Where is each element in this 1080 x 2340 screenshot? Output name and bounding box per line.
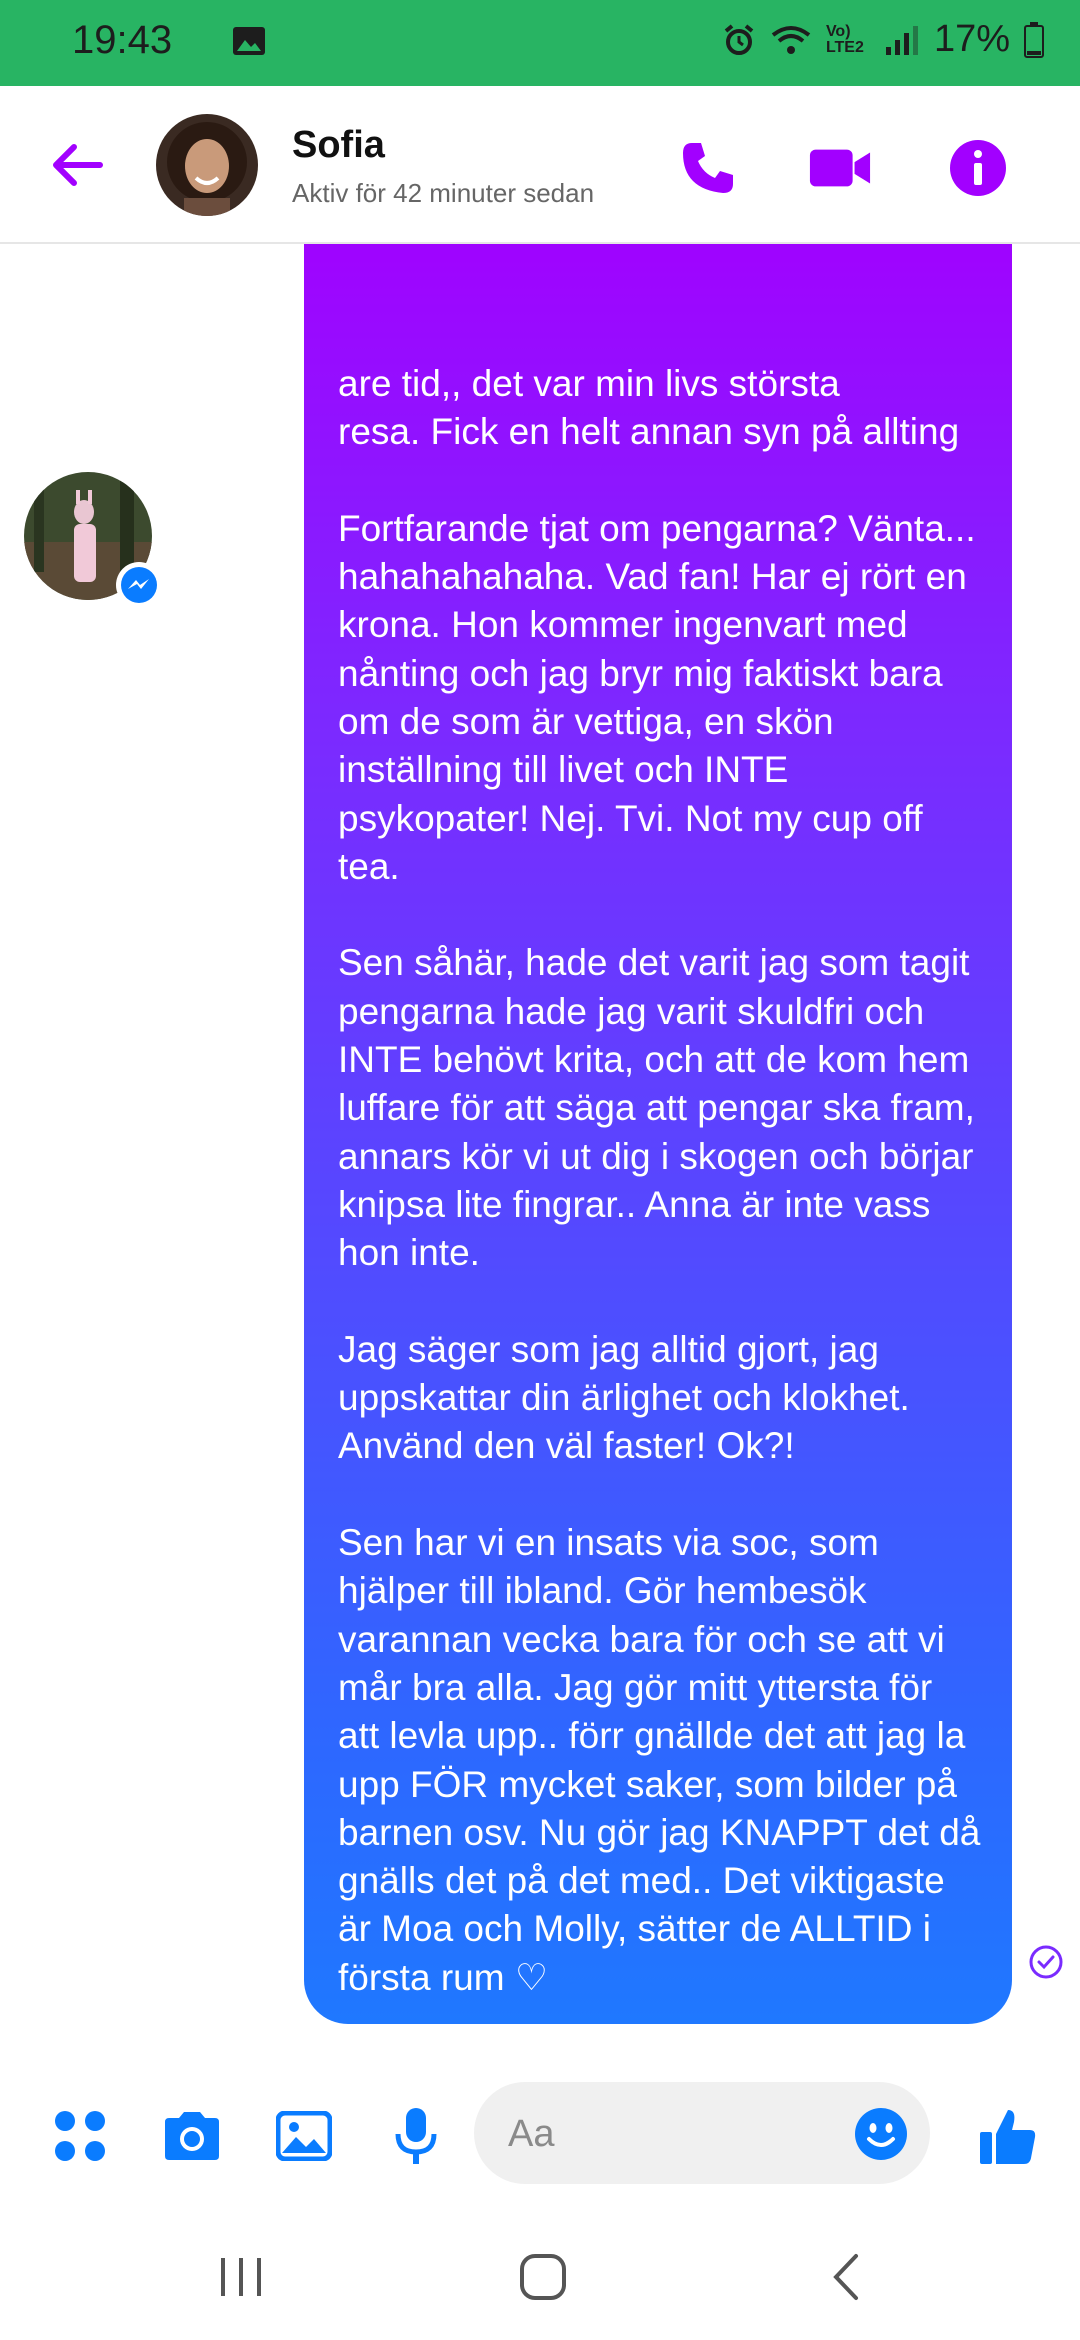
alarm-icon <box>724 23 754 55</box>
contact-avatar[interactable] <box>156 114 258 216</box>
home-button[interactable] <box>508 2242 578 2312</box>
more-actions-button[interactable] <box>48 2104 112 2168</box>
message-bubble[interactable]: are tid,, det var min livs största resa. … <box>304 244 1012 2024</box>
like-button[interactable] <box>976 2104 1040 2168</box>
status-time: 19:43 <box>72 18 173 62</box>
status-bar: 19:43 Vo) LTE2 17% <box>0 0 1080 86</box>
back-arrow-icon[interactable] <box>44 132 110 198</box>
read-receipt-icon <box>1029 1945 1063 1979</box>
emoji-icon[interactable] <box>854 2107 908 2161</box>
active-chat-head[interactable] <box>24 472 162 608</box>
battery-icon <box>1024 21 1044 58</box>
camera-icon <box>165 2112 219 2160</box>
message-text: are tid,, det var min livs största resa. … <box>338 360 982 2002</box>
network-label: Vo) LTE2 <box>825 22 864 56</box>
battery-percent: 17% <box>933 18 1010 60</box>
recent-apps-icon <box>221 2258 261 2296</box>
info-icon <box>950 140 1006 196</box>
messenger-icon <box>121 567 157 603</box>
recent-apps-button[interactable] <box>206 2242 276 2312</box>
message-body: resa. Fick en helt annan syn på allting … <box>338 411 981 1998</box>
voice-message-button[interactable] <box>384 2104 448 2168</box>
system-nav-bar <box>0 2204 1080 2340</box>
wifi-icon <box>771 25 811 54</box>
camera-button[interactable] <box>160 2104 224 2168</box>
message-list[interactable]: are tid,, det var min livs största resa. … <box>0 244 1080 2064</box>
gallery-button[interactable] <box>272 2104 336 2168</box>
home-icon <box>520 2254 566 2300</box>
contact-status: Aktiv för 42 minuter sedan <box>292 178 595 208</box>
grid-icon <box>55 2111 105 2161</box>
signal-icon <box>885 25 918 55</box>
gallery-notification-icon <box>233 27 265 55</box>
contact-name: Sofia <box>292 124 385 166</box>
video-call-button[interactable] <box>808 136 872 200</box>
message-input[interactable] <box>506 2082 810 2186</box>
back-nav-button[interactable] <box>810 2242 880 2312</box>
microphone-icon <box>395 2108 437 2164</box>
video-camera-icon <box>809 149 871 187</box>
back-chevron-icon <box>833 2254 858 2300</box>
status-icons: Vo) LTE2 17% <box>722 18 1044 61</box>
thumbs-up-icon <box>980 2110 1036 2164</box>
image-icon <box>276 2111 332 2161</box>
messenger-badge <box>116 562 162 608</box>
info-button[interactable] <box>946 136 1010 200</box>
message-partial-line: are tid,, det var min livs största <box>338 362 840 404</box>
composer-bar <box>0 2064 1080 2204</box>
call-button[interactable] <box>676 136 740 200</box>
phone-icon <box>683 143 733 193</box>
message-input-container[interactable] <box>474 2082 930 2186</box>
chat-header: Sofia Aktiv för 42 minuter sedan <box>0 86 1080 244</box>
